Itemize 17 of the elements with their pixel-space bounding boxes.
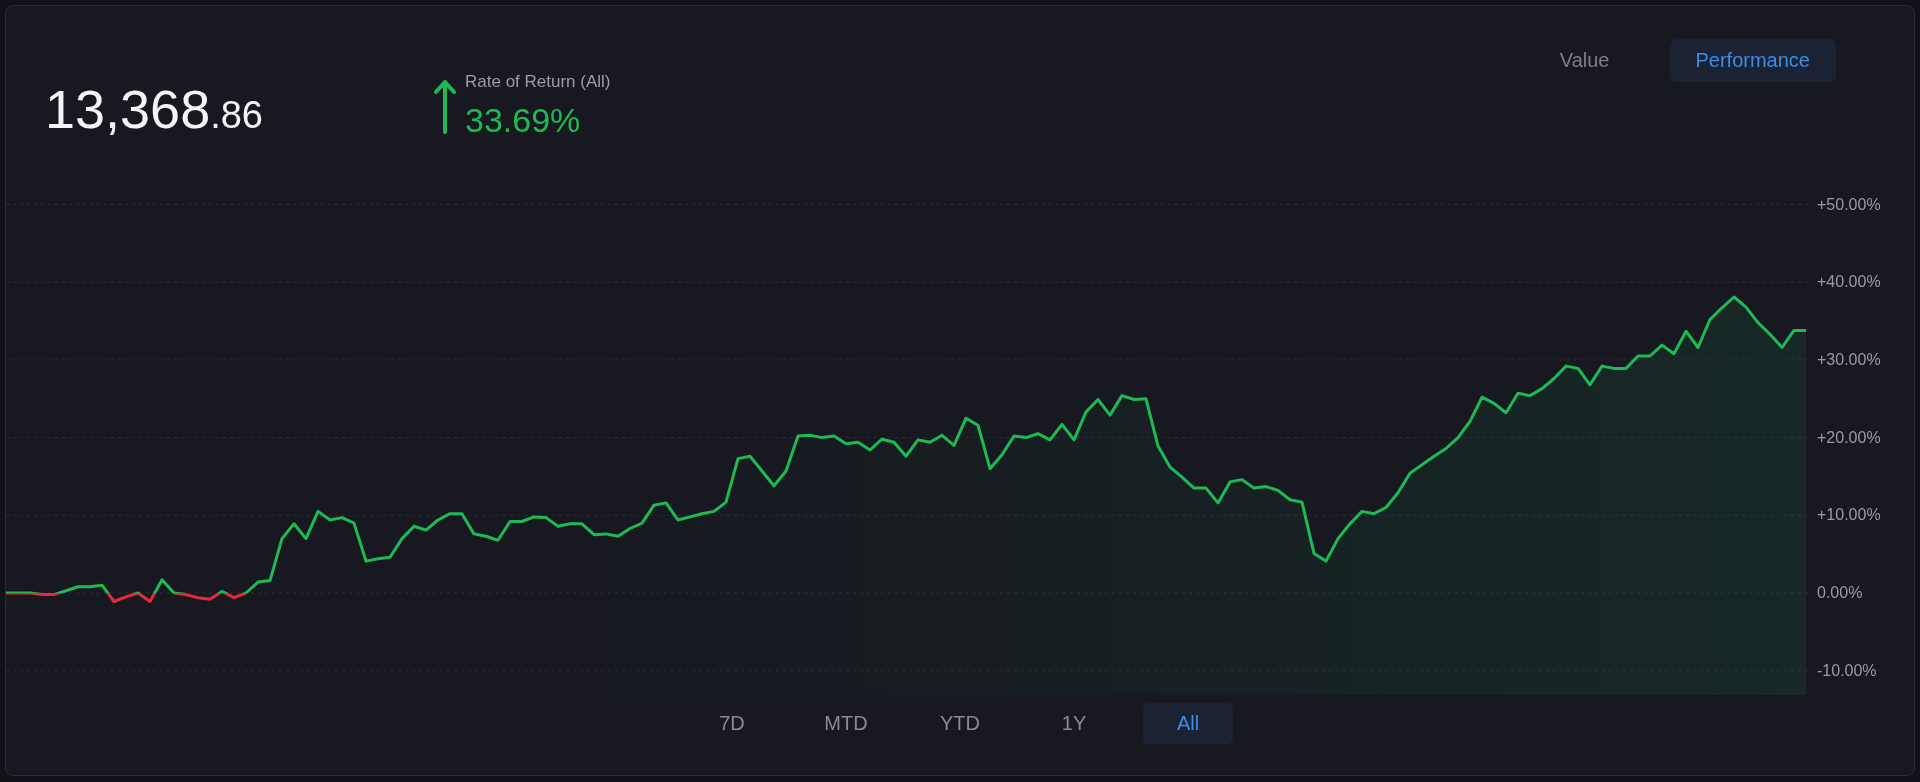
rate-of-return-value: 33.69% bbox=[465, 101, 582, 140]
y-axis-label: -10.00% bbox=[1817, 661, 1877, 679]
y-axis-label: +30.00% bbox=[1817, 350, 1881, 368]
y-axis-label: +50.00% bbox=[1817, 195, 1881, 213]
view-tab[interactable]: Value bbox=[1533, 39, 1636, 82]
y-axis-label: 0.00% bbox=[1817, 584, 1863, 601]
rate-of-return-label: Rate of Return (All) bbox=[465, 72, 611, 92]
range-tab[interactable]: 1Y bbox=[1029, 703, 1119, 744]
y-axis-label: +40.00% bbox=[1817, 273, 1881, 291]
view-tab[interactable]: Performance bbox=[1669, 39, 1836, 82]
y-axis-label: +20.00% bbox=[1817, 428, 1881, 446]
range-tab[interactable]: All bbox=[1143, 703, 1233, 744]
balance-amount: 13,368.86 bbox=[45, 82, 263, 136]
range-tab[interactable]: YTD bbox=[915, 703, 1005, 744]
range-tab[interactable]: 7D bbox=[687, 703, 777, 744]
y-axis-label: +10.00% bbox=[1817, 506, 1881, 524]
range-tab[interactable]: MTD bbox=[801, 703, 891, 744]
